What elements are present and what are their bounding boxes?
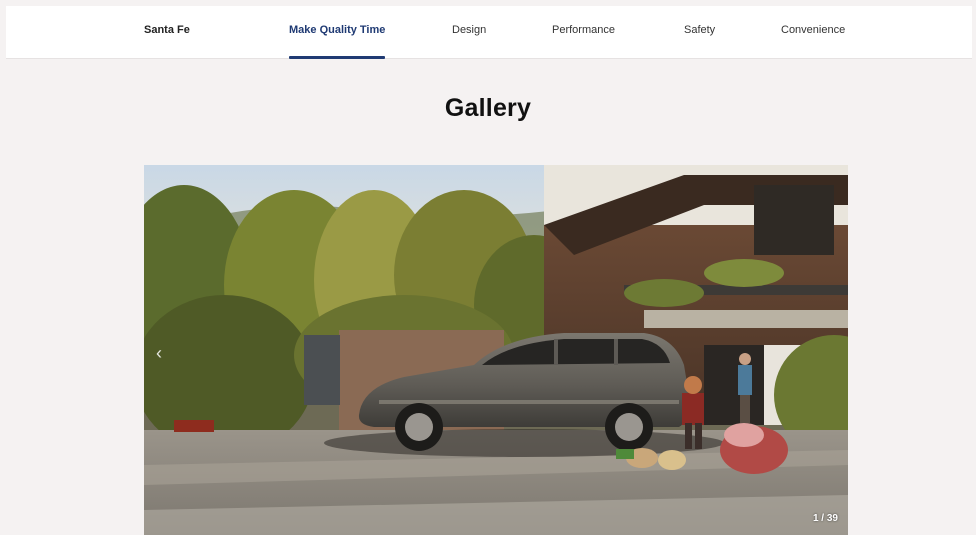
gallery-counter: 1 / 39 bbox=[812, 513, 838, 524]
nav-tab-label: Safety bbox=[684, 24, 716, 36]
nav-tab-convenience[interactable]: Convenience bbox=[781, 6, 845, 58]
nav-tab-design[interactable]: Design bbox=[452, 6, 486, 58]
nav-tab-label: Convenience bbox=[781, 24, 846, 36]
nav-tab-performance[interactable]: Performance bbox=[552, 6, 615, 58]
chevron-left-icon[interactable]: ‹ bbox=[150, 338, 168, 368]
nav-tab-label: Make Quality Time bbox=[289, 24, 386, 36]
nav-tab-safety[interactable]: Safety bbox=[684, 6, 715, 58]
nav-model-name[interactable]: Santa Fe bbox=[144, 6, 190, 58]
nav-tab-label: Performance bbox=[552, 24, 615, 36]
active-tab-indicator bbox=[289, 56, 386, 59]
gallery-title: Gallery bbox=[444, 94, 532, 122]
page: Santa Fe Make Quality Time Design Perfor… bbox=[0, 0, 976, 535]
nav-tab-label: Design bbox=[452, 24, 487, 36]
gallery-photo bbox=[144, 165, 848, 535]
top-navigation: Santa Fe Make Quality Time Design Perfor… bbox=[6, 6, 972, 59]
gallery-image[interactable] bbox=[144, 165, 848, 535]
nav-tab-make-quality-time[interactable]: Make Quality Time bbox=[289, 6, 386, 59]
